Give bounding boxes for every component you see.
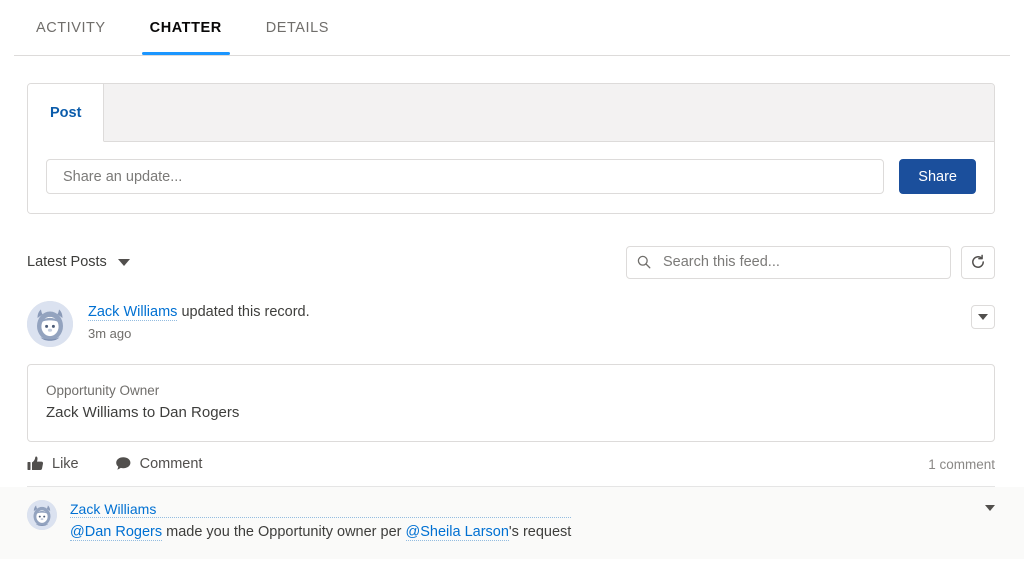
post-action-text: updated this record. — [177, 304, 310, 320]
post-meta: Zack Williams updated this record. 3m ag… — [88, 301, 310, 341]
refresh-icon — [972, 254, 984, 268]
thumbs-up-icon — [27, 456, 44, 470]
post-actions-menu-button[interactable] — [971, 305, 995, 329]
comment-inner: Zack Williams @Dan Rogers made you the O… — [27, 500, 995, 543]
mention-sheila-larson[interactable]: @Sheila Larson — [405, 524, 509, 541]
speech-bubble-icon — [115, 457, 131, 470]
feed-search-wrapper — [626, 245, 951, 279]
comment-text: @Dan Rogers made you the Opportunity own… — [70, 522, 571, 543]
record-change-card: Opportunity Owner Zack Williams to Dan R… — [27, 364, 995, 442]
feed-controls-right — [626, 245, 995, 279]
feed-controls: Latest Posts — [27, 245, 995, 279]
publisher-tab-filler — [104, 84, 994, 142]
feed-post-item: Zack Williams updated this record. 3m ag… — [27, 301, 995, 487]
tab-chatter[interactable]: CHATTER — [128, 0, 244, 55]
default-user-avatar-icon — [27, 301, 73, 347]
mention-dan-rogers[interactable]: @Dan Rogers — [70, 524, 163, 541]
post-actions-row: Like Comment 1 comment — [27, 442, 995, 487]
refresh-feed-button[interactable] — [961, 245, 995, 279]
comment-count: 1 comment — [928, 456, 995, 472]
chatter-publisher: Post Share — [27, 83, 995, 214]
post-timestamp: 3m ago — [88, 326, 132, 342]
feed-sort-dropdown[interactable]: Latest Posts — [27, 254, 130, 270]
comment-author-link[interactable]: Zack Williams — [70, 501, 572, 518]
like-button[interactable]: Like — [27, 456, 79, 472]
feed-search-input[interactable] — [626, 245, 951, 279]
post-header: Zack Williams updated this record. 3m ag… — [27, 301, 995, 347]
publisher-tab-post[interactable]: Post — [28, 84, 105, 142]
comment-button[interactable]: Comment — [115, 456, 203, 472]
comment-item: Zack Williams @Dan Rogers made you the O… — [0, 487, 1024, 560]
post-author-link[interactable]: Zack Williams — [88, 304, 178, 321]
chevron-down-icon — [117, 258, 130, 266]
record-field-label: Opportunity Owner — [46, 383, 160, 398]
record-field-value: Zack Williams to Dan Rogers — [46, 404, 240, 421]
share-update-input[interactable] — [46, 159, 885, 194]
chevron-down-icon — [978, 314, 988, 320]
publisher-tab-strip: Post — [28, 84, 994, 142]
post-headline: Zack Williams updated this record. — [88, 302, 310, 322]
post-actions-left: Like Comment — [27, 456, 202, 472]
chevron-down-icon — [985, 505, 995, 511]
record-tab-bar: ACTIVITY CHATTER DETAILS — [0, 0, 1024, 56]
tab-activity[interactable]: ACTIVITY — [14, 0, 128, 55]
comment-text-end: 's request — [508, 524, 572, 540]
tab-details[interactable]: DETAILS — [244, 0, 351, 55]
like-label: Like — [52, 456, 79, 472]
feed-sort-label: Latest Posts — [27, 254, 107, 270]
default-user-avatar-icon — [27, 500, 57, 530]
avatar[interactable] — [27, 301, 73, 347]
comment-label: Comment — [139, 456, 203, 472]
comment-text-mid: made you the Opportunity owner per — [162, 524, 406, 540]
comment-body: Zack Williams @Dan Rogers made you the O… — [70, 500, 572, 543]
avatar[interactable] — [27, 500, 57, 530]
share-button[interactable]: Share — [899, 159, 976, 194]
comment-actions-menu-button[interactable] — [985, 505, 995, 511]
publisher-body: Share — [28, 142, 994, 213]
